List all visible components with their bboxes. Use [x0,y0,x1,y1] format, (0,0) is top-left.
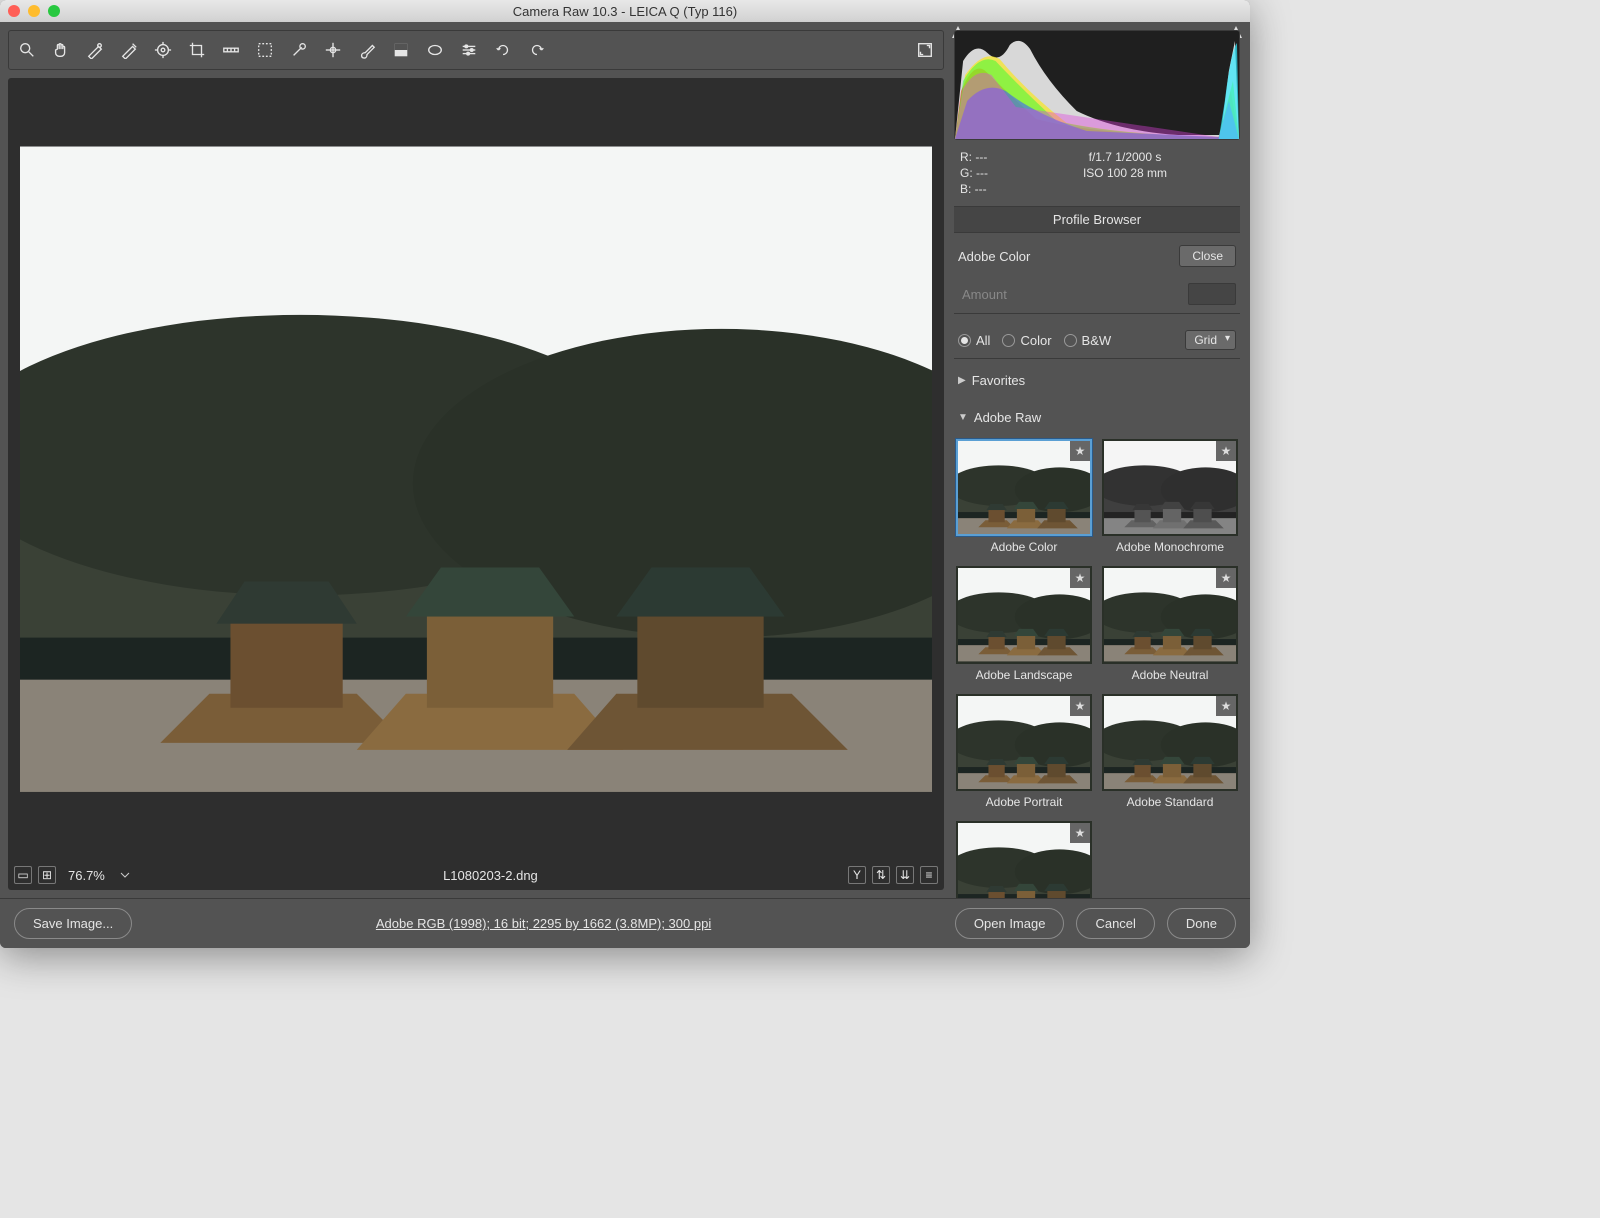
favorite-star-icon[interactable]: ★ [1070,441,1090,461]
iso-focal-label: ISO 100 28 mm [1083,166,1167,180]
profile-thumbnail-image: ★ [1102,566,1238,663]
color-sampler-tool-icon[interactable] [119,40,139,60]
profile-thumb[interactable]: ★ Adobe Landscape [956,566,1092,683]
targeted-adjustment-tool-icon[interactable] [153,40,173,60]
profile-thumbnail-image: ★ [1102,439,1238,536]
profile-thumbnail-image: ★ [956,566,1092,663]
fullscreen-icon[interactable] [915,40,935,60]
view-mode-select[interactable]: Grid [1185,330,1236,350]
radial-filter-tool-icon[interactable] [425,40,445,60]
favorite-star-icon[interactable]: ★ [1070,823,1090,843]
copy-settings-icon[interactable]: ⇊ [896,866,914,884]
zoom-tool-icon[interactable] [17,40,37,60]
rgb-b-value: B: --- [960,182,988,196]
chevron-down-icon: ▼ [958,412,968,423]
profile-thumb[interactable]: ★ Adobe Portrait [956,694,1092,811]
main-body: ▭ ⊞ 76.7% L1080203-2.dng Y ⇅ ⇊ ≡ [0,22,1250,898]
histogram-container [954,30,1240,140]
close-browser-button[interactable]: Close [1179,245,1236,267]
profile-thumbnail-image: ★ [1102,694,1238,791]
rotate-cw-icon[interactable] [527,40,547,60]
rgb-r-value: R: --- [960,150,988,164]
filter-bw-radio[interactable]: B&W [1064,333,1112,348]
profile-thumbnail-image: ★ [956,694,1092,791]
top-toolbar [8,30,944,70]
panel-title: Profile Browser [954,206,1240,233]
open-image-button[interactable]: Open Image [955,908,1065,939]
save-image-button[interactable]: Save Image... [14,908,132,939]
favorite-star-icon[interactable]: ★ [1070,696,1090,716]
white-balance-tool-icon[interactable] [85,40,105,60]
swap-icon[interactable]: ⇅ [872,866,890,884]
favorite-star-icon[interactable]: ★ [1216,696,1236,716]
filename-label: L1080203-2.dng [139,868,842,883]
rotate-ccw-icon[interactable] [493,40,513,60]
profile-thumb-label: Adobe Standard [1102,791,1238,811]
done-button[interactable]: Done [1167,908,1236,939]
image-canvas[interactable] [8,78,944,860]
red-eye-tool-icon[interactable] [323,40,343,60]
profile-grid: ★ Adobe Color ★ Adobe Monochrome ★ Adobe Land… [954,439,1240,898]
spot-removal-tool-icon[interactable] [289,40,309,60]
rgb-g-value: G: --- [960,166,988,180]
zoom-level[interactable]: 76.7% [62,866,111,885]
profile-thumb-label: Adobe Monochrome [1102,536,1238,556]
profile-thumb[interactable]: ★ Adobe Color [956,439,1092,556]
graduated-filter-tool-icon[interactable] [391,40,411,60]
favorite-star-icon[interactable]: ★ [1070,568,1090,588]
favorites-section-header[interactable]: ▶ Favorites [954,365,1240,396]
filmstrip-view-icon[interactable]: ⊞ [38,866,56,884]
profile-thumbnail-image: ★ [956,821,1092,898]
panel-settings-icon[interactable]: ≡ [920,866,938,884]
app-window: Camera Raw 10.3 - LEICA Q (Typ 116) [0,0,1250,948]
profile-thumb-label: Adobe Neutral [1102,664,1238,684]
workflow-options-link[interactable]: Adobe RGB (1998); 16 bit; 2295 by 1662 (… [144,916,943,931]
profile-thumb-label: Adobe Portrait [956,791,1092,811]
titlebar: Camera Raw 10.3 - LEICA Q (Typ 116) [0,0,1250,22]
aperture-shutter-label: f/1.7 1/2000 s [1089,150,1162,164]
adjustment-brush-tool-icon[interactable] [357,40,377,60]
zoom-dropdown-icon[interactable] [117,867,133,883]
amount-row: Amount [954,279,1240,314]
left-pane: ▭ ⊞ 76.7% L1080203-2.dng Y ⇅ ⇊ ≡ [0,22,952,898]
crop-tool-icon[interactable] [187,40,207,60]
profile-thumb[interactable]: ★ Adobe Neutral [1102,566,1238,683]
adobe-raw-section-header[interactable]: ▼ Adobe Raw [954,402,1240,433]
current-profile-name: Adobe Color [958,249,1171,264]
footer: Save Image... Adobe RGB (1998); 16 bit; … [0,898,1250,948]
favorite-star-icon[interactable]: ★ [1216,441,1236,461]
filter-color-radio[interactable]: Color [1002,333,1051,348]
exif-readout: R: --- G: --- B: --- f/1.7 1/2000 s ISO … [954,146,1240,200]
canvas-area: ▭ ⊞ 76.7% L1080203-2.dng Y ⇅ ⇊ ≡ [8,78,944,890]
window-title: Camera Raw 10.3 - LEICA Q (Typ 116) [0,4,1250,19]
right-panel: R: --- G: --- B: --- f/1.7 1/2000 s ISO … [952,22,1250,898]
filter-all-radio[interactable]: All [958,333,990,348]
hand-tool-icon[interactable] [51,40,71,60]
profile-thumbnail-image: ★ [956,439,1092,536]
profile-thumb[interactable]: ★ [956,821,1092,898]
before-after-icon[interactable]: Y [848,866,866,884]
amount-input[interactable] [1188,283,1236,305]
profile-thumb[interactable]: ★ Adobe Standard [1102,694,1238,811]
preview-image [20,139,932,799]
histogram[interactable] [954,30,1240,140]
transform-tool-icon[interactable] [255,40,275,60]
profile-thumb-label: Adobe Color [956,536,1092,556]
chevron-right-icon: ▶ [958,375,966,386]
filter-row: All Color B&W Grid [954,320,1240,359]
canvas-statusbar: ▭ ⊞ 76.7% L1080203-2.dng Y ⇅ ⇊ ≡ [8,860,944,890]
amount-label: Amount [962,287,1180,302]
profile-thumb[interactable]: ★ Adobe Monochrome [1102,439,1238,556]
preferences-icon[interactable] [459,40,479,60]
straighten-tool-icon[interactable] [221,40,241,60]
profile-thumb-label: Adobe Landscape [956,664,1092,684]
cancel-button[interactable]: Cancel [1076,908,1154,939]
favorite-star-icon[interactable]: ★ [1216,568,1236,588]
current-profile-row: Adobe Color Close [954,239,1240,273]
single-view-icon[interactable]: ▭ [14,866,32,884]
